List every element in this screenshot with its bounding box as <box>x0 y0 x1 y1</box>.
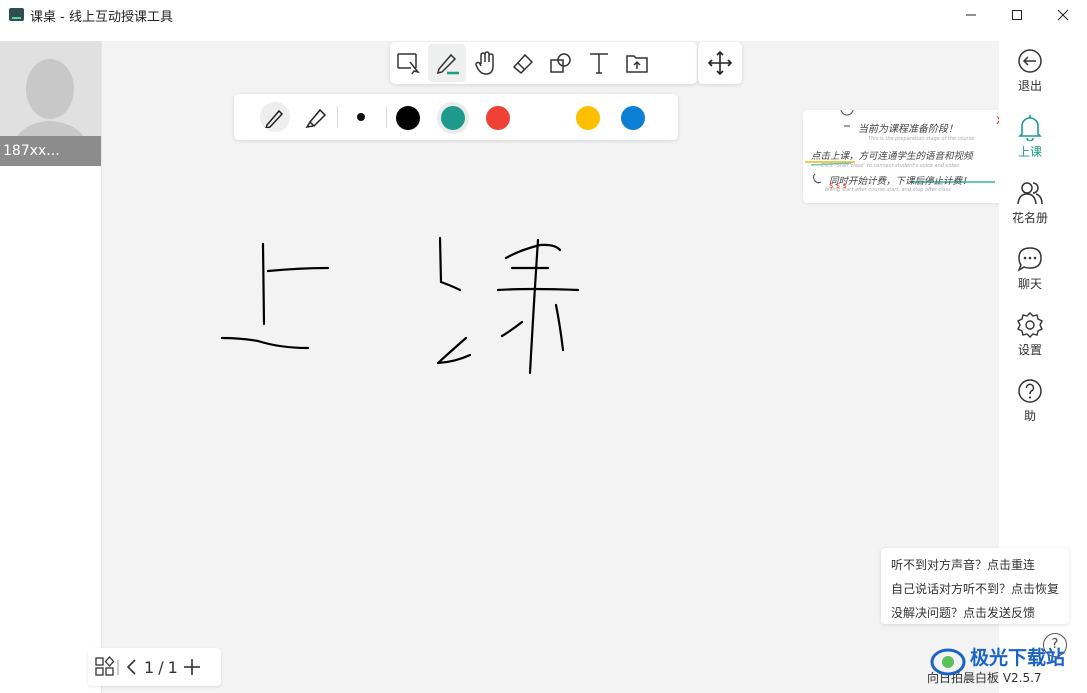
color-swatch-black[interactable] <box>396 106 420 130</box>
minimize-icon <box>966 14 976 16</box>
pencil-option[interactable] <box>260 102 290 132</box>
add-page-icon[interactable] <box>182 657 202 677</box>
thumbnails-icon[interactable] <box>94 655 120 679</box>
tip-line-1: 当前为课程准备阶段！ <box>858 124 958 135</box>
move-icon <box>707 50 733 76</box>
highlighter-icon <box>305 108 327 128</box>
app-logo-icon <box>9 8 24 21</box>
total-pages: 1 <box>167 657 178 677</box>
tip-line-3: 同时开始计费，下课后停止计费！ <box>829 176 972 187</box>
reconnect-link[interactable]: 听不到对方声音？点击重连 <box>891 556 1035 573</box>
help-icon <box>1018 379 1042 403</box>
text-icon <box>590 53 608 74</box>
stroke-size-option[interactable] <box>346 102 376 132</box>
text-tool-button[interactable] <box>580 44 618 82</box>
roster-icon <box>1017 182 1043 205</box>
help-button[interactable]: 助 <box>1004 377 1056 424</box>
drawing-toolbar <box>390 42 697 84</box>
divider <box>386 106 387 128</box>
shape-tool-button[interactable] <box>542 44 580 82</box>
color-swatch-yellow[interactable] <box>576 106 600 130</box>
prev-page-icon[interactable] <box>124 657 140 677</box>
participant-name: 187xx... <box>0 136 101 166</box>
chat-label: 聊天 <box>1017 277 1042 291</box>
dot-icon <box>357 113 365 121</box>
tip-line-2-sub: Click "Start class" to connect student's… <box>821 163 960 169</box>
hand-tool-button[interactable] <box>466 44 504 82</box>
divider <box>337 106 338 128</box>
shape-icon <box>550 53 571 73</box>
exit-button[interactable]: 退出 <box>1004 47 1056 94</box>
feedback-link[interactable]: 没解决问题？点击发送反馈 <box>891 604 1035 621</box>
tip-line-2: 点击上课，方可连通学生的语音和视频 <box>811 151 973 162</box>
upload-tool-button[interactable] <box>618 44 656 82</box>
close-icon <box>1057 9 1069 21</box>
page-separator: / <box>158 657 164 677</box>
exit-label: 退出 <box>1017 79 1042 93</box>
eraser-tool-button[interactable] <box>504 44 542 82</box>
exit-icon <box>1018 49 1042 73</box>
watermark-text: 极光下载站 <box>970 647 1066 669</box>
color-swatch-red[interactable] <box>486 106 510 130</box>
tip-line-1-sub: This is the preparation stage of the cou… <box>868 136 975 142</box>
title-bar: 课桌 - 线上互动授课工具 <box>0 0 1087 32</box>
gear-icon <box>1017 312 1043 338</box>
participant-video-tile[interactable]: 187xx... <box>0 41 101 166</box>
roster-button[interactable]: 花名册 <box>1004 179 1056 226</box>
page-navigator: 1 / 1 <box>88 648 221 686</box>
pen-tool-button[interactable] <box>428 44 466 82</box>
chat-button[interactable]: 聊天 <box>1004 245 1056 292</box>
color-swatch-blue[interactable] <box>621 106 645 130</box>
restore-link[interactable]: 自己说话对方听不到？点击恢复 <box>891 580 1059 597</box>
course-tip-card: $ $ $ 当前为课程准备阶段！ This is the preparation… <box>803 110 1008 203</box>
participant-panel: 187xx... <box>0 41 102 693</box>
select-tool-button[interactable] <box>390 44 428 82</box>
minimize-button[interactable] <box>948 0 994 30</box>
pen-icon <box>436 53 459 75</box>
eraser-icon <box>512 53 534 75</box>
chat-icon <box>1017 247 1042 272</box>
current-page: 1 <box>144 657 155 677</box>
hand-icon <box>475 51 494 75</box>
select-icon <box>397 53 420 75</box>
maximize-icon <box>1012 10 1022 20</box>
bell-icon <box>1018 115 1042 141</box>
help-label: 助 <box>1023 409 1036 423</box>
tip-line-3-sub: billing start after course start, and st… <box>825 187 951 193</box>
settings-label: 设置 <box>1017 343 1042 357</box>
pen-options-panel <box>234 94 678 140</box>
maximize-button[interactable] <box>994 0 1040 30</box>
close-button[interactable] <box>1040 0 1086 30</box>
window-title: 课桌 - 线上互动授课工具 <box>30 10 173 25</box>
watermark-logo-icon <box>930 648 966 676</box>
upload-icon <box>626 55 648 73</box>
color-swatch-teal[interactable] <box>441 106 465 130</box>
start-class-button[interactable]: 上课 <box>1004 113 1056 160</box>
move-toolbar-button[interactable] <box>698 42 742 84</box>
roster-label: 花名册 <box>1011 211 1048 225</box>
settings-button[interactable]: 设置 <box>1004 311 1056 358</box>
start-class-label: 上课 <box>1017 145 1042 159</box>
highlighter-option[interactable] <box>301 102 331 132</box>
troubleshoot-popup: 听不到对方声音？点击重连 自己说话对方听不到？点击恢复 没解决问题？点击发送反馈 <box>881 548 1069 624</box>
pencil-icon <box>265 109 284 128</box>
